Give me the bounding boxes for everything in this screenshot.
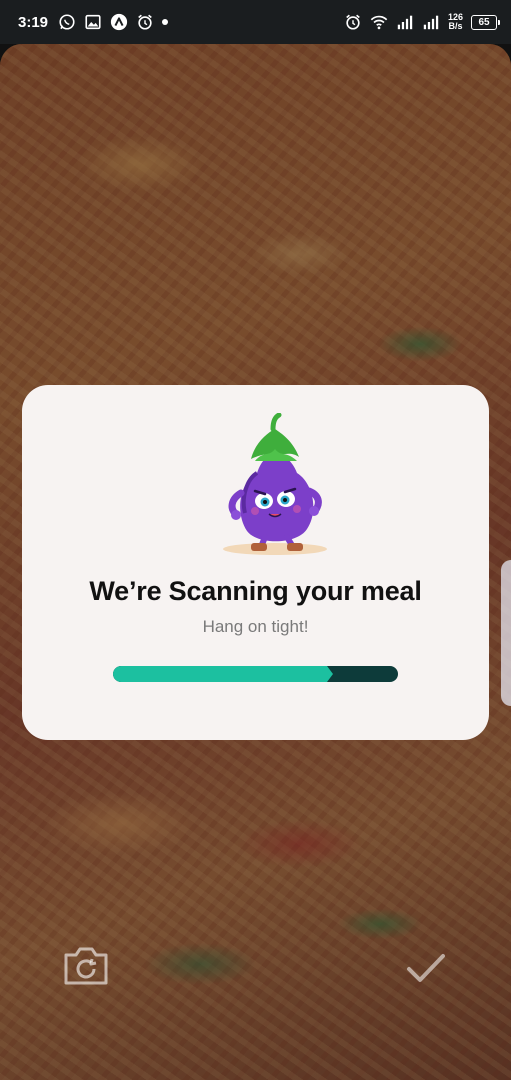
status-right: 126 B/s 65	[344, 13, 500, 31]
alarm-icon	[136, 13, 154, 31]
confirm-photo-button[interactable]	[400, 945, 452, 991]
more-notifications-dot	[162, 19, 169, 25]
gallery-icon	[84, 13, 102, 31]
eggplant-mascot-icon	[223, 413, 327, 555]
network-speed: 126 B/s	[448, 13, 463, 31]
checkmark-icon	[407, 954, 445, 982]
signal-icon	[422, 13, 440, 31]
scanning-dialog: We’re Scanning your meal Hang on tight!	[22, 385, 489, 740]
network-speed-unit: B/s	[448, 21, 463, 31]
scan-progress-fill	[113, 666, 333, 682]
dialog-title: We’re Scanning your meal	[89, 576, 422, 606]
dialog-subtitle: Hang on tight!	[202, 617, 309, 636]
side-drawer-handle[interactable]	[501, 560, 511, 706]
status-bar: 3:19 126 B/s 65	[0, 0, 511, 44]
app-notification-icon	[110, 13, 128, 31]
battery-indicator: 65	[471, 14, 500, 30]
status-time: 3:19	[18, 13, 49, 31]
scan-progress-bar	[113, 666, 398, 682]
retake-photo-button[interactable]	[60, 943, 112, 989]
status-left: 3:19	[18, 13, 169, 31]
alarm-icon	[344, 13, 362, 31]
signal-icon	[396, 13, 414, 31]
whatsapp-icon	[58, 13, 76, 31]
wifi-icon	[370, 13, 388, 31]
camera-switch-icon	[64, 947, 108, 985]
